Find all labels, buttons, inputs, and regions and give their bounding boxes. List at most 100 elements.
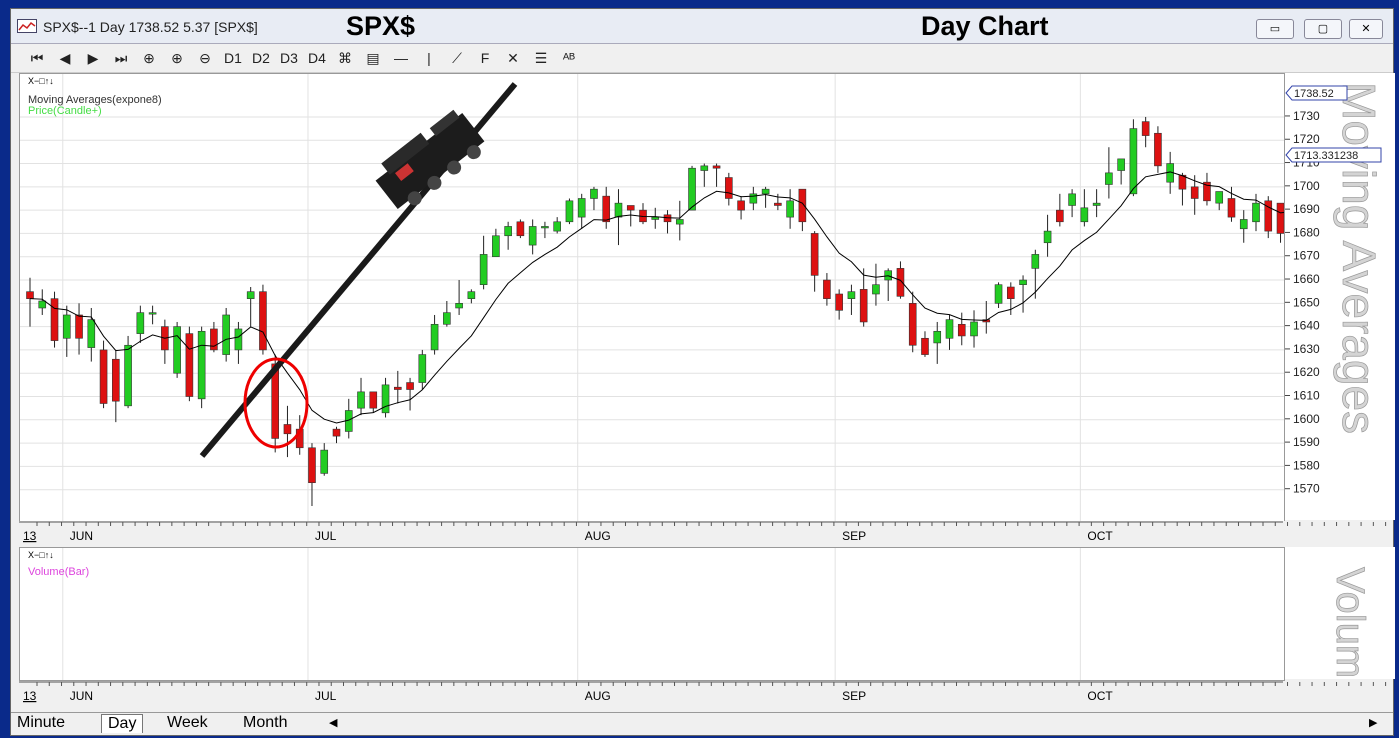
candle xyxy=(467,289,476,304)
scroll-left-arrow[interactable]: ◀ xyxy=(329,714,337,732)
toolbar-button-5[interactable]: ⊕ xyxy=(165,48,189,68)
candle xyxy=(712,163,721,187)
toolbar-button-1[interactable]: ◀ xyxy=(53,48,77,68)
tab-day[interactable]: Day xyxy=(101,714,144,733)
candle xyxy=(75,303,83,355)
toolbar-button-0[interactable]: ⏮ xyxy=(25,48,49,68)
candle xyxy=(528,219,537,255)
candle xyxy=(835,289,843,320)
period-tabs: Minute Day Week Month ◀ ▶ xyxy=(11,712,1393,735)
candle xyxy=(798,188,807,232)
toolbar-button-8[interactable]: D2 xyxy=(249,48,273,68)
candle xyxy=(786,189,794,229)
candle xyxy=(234,321,243,364)
toolbar-button-19[interactable]: ᴬᴮ xyxy=(557,48,581,68)
tab-week[interactable]: Week xyxy=(167,714,208,732)
candle xyxy=(626,205,635,227)
candle xyxy=(124,335,132,409)
candle xyxy=(418,349,427,390)
candle xyxy=(688,165,696,211)
candle xyxy=(1141,116,1150,148)
year-label: 13 xyxy=(23,689,37,703)
candle xyxy=(982,300,991,334)
toolbar-button-6[interactable]: ⊖ xyxy=(193,48,217,68)
toolbar-button-15[interactable]: ⟋ xyxy=(445,48,469,68)
scroll-right-arrow[interactable]: ▶ xyxy=(1369,714,1377,732)
candle xyxy=(553,217,561,234)
month-label: AUG xyxy=(585,689,611,703)
candle xyxy=(884,268,893,301)
candle xyxy=(332,426,341,444)
tab-month[interactable]: Month xyxy=(243,714,287,732)
toolbar-button-10[interactable]: D4 xyxy=(305,48,329,68)
price-scale: 1570 1580 1590 1600 1610 1620 1630 1640 1650 1660… xyxy=(1284,73,1395,520)
month-label: JUL xyxy=(315,689,337,703)
y-tick-label: 1600 xyxy=(1293,412,1320,426)
last-price-tag: 1738.52 xyxy=(1285,85,1348,101)
y-tick-label: 1590 xyxy=(1293,435,1320,449)
candle xyxy=(148,305,157,325)
last-price-label: 1738.52 xyxy=(1294,88,1334,100)
candle xyxy=(1105,147,1113,199)
toolbar-button-3[interactable]: ⏭ xyxy=(109,48,133,68)
candle xyxy=(810,231,819,292)
tab-minute[interactable]: Minute xyxy=(17,714,65,732)
price-pane[interactable]: X−□↑↓ Moving Averages(expone8) Price(Can… xyxy=(19,73,1399,522)
toolbar-button-7[interactable]: D1 xyxy=(221,48,245,68)
candle xyxy=(700,163,709,187)
candle xyxy=(908,291,917,353)
volume-scale: Volume xyxy=(1284,547,1395,701)
moving-average-line xyxy=(29,171,1399,424)
candle xyxy=(1117,158,1125,185)
volume-pane[interactable]: X−□↑↓ Volume(Bar) xyxy=(19,547,1285,681)
restore-button[interactable]: ▢ xyxy=(1304,19,1342,39)
close-button[interactable]: ✕ xyxy=(1349,19,1383,39)
year-label: 13 xyxy=(23,529,37,543)
y-tick-label: 1700 xyxy=(1293,179,1320,193)
candle xyxy=(38,289,47,315)
candle xyxy=(1276,202,1285,243)
volume-header-icons[interactable]: X−□↑↓ xyxy=(28,550,54,560)
candle xyxy=(872,263,880,306)
candle xyxy=(246,287,255,327)
candle xyxy=(639,203,647,225)
month-label: OCT xyxy=(1087,689,1113,703)
candle xyxy=(1092,189,1101,218)
y-tick-label: 1690 xyxy=(1293,202,1320,216)
candle xyxy=(541,221,549,239)
locomotive-illustration xyxy=(375,109,485,210)
toolbar-button-17[interactable]: ✕ xyxy=(501,48,525,68)
toolbar-button-13[interactable]: — xyxy=(389,48,413,68)
pane-header-icons[interactable]: X−□↑↓ xyxy=(28,76,54,86)
month-label: SEP xyxy=(842,529,866,543)
minimize-button[interactable]: ▭ xyxy=(1256,19,1294,39)
toolbar-button-9[interactable]: D3 xyxy=(277,48,301,68)
toolbar-button-16[interactable]: F xyxy=(473,48,497,68)
volume-time-axis: 13 JUN JUL AUG SEP OCT xyxy=(19,681,1399,703)
toolbar-button-11[interactable]: ⌘ xyxy=(333,48,357,68)
y-tick-label: 1640 xyxy=(1293,319,1320,333)
toolbar-button-14[interactable]: | xyxy=(417,48,441,68)
ma-watermark: Moving Averages xyxy=(1333,82,1385,434)
chart-window: SPX$--1 Day 1738.52 5.37 [SPX$] SPX$ Day… xyxy=(10,8,1399,736)
toolbar-button-2[interactable]: ▶ xyxy=(81,48,105,68)
candle xyxy=(430,314,439,355)
candle xyxy=(393,370,402,404)
candle xyxy=(1056,193,1064,227)
candle xyxy=(185,326,194,402)
period-heading: Day Chart xyxy=(921,11,1049,41)
toolbar-button-4[interactable]: ⊕ xyxy=(137,48,161,68)
volume-chart: X−□↑↓ Volume(Bar) xyxy=(28,548,1081,680)
ma-value-label: 1713.331238 xyxy=(1294,150,1358,162)
candle xyxy=(933,321,942,364)
y-tick-label: 1580 xyxy=(1293,458,1320,472)
toolbar-button-12[interactable]: ▤ xyxy=(361,48,385,68)
candle xyxy=(259,284,267,355)
month-label: AUG xyxy=(585,529,611,543)
candle xyxy=(1203,172,1211,206)
candle xyxy=(1031,249,1040,299)
y-tick-label: 1670 xyxy=(1293,249,1320,263)
candle xyxy=(1019,275,1027,313)
toolbar-button-18[interactable]: ☰ xyxy=(529,48,553,68)
candle xyxy=(749,186,758,211)
